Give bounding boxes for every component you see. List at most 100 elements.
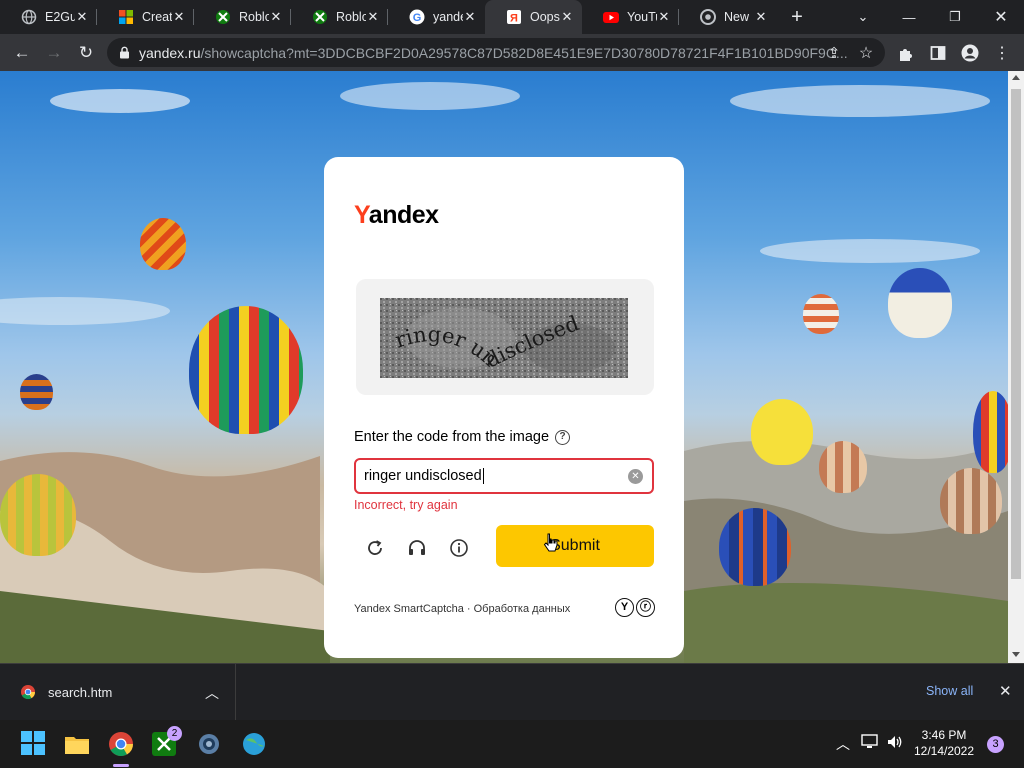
browser-tab-active[interactable]: Я Oops ✕ xyxy=(485,0,582,34)
svg-text:Я: Я xyxy=(510,13,518,25)
network-icon[interactable] xyxy=(861,734,879,755)
chrome-icon xyxy=(700,9,716,25)
hot-air-balloon xyxy=(888,268,952,338)
browser-tab[interactable]: Roblo ✕ xyxy=(194,0,291,34)
refresh-icon[interactable] xyxy=(361,534,389,562)
hot-air-balloon xyxy=(189,306,303,434)
new-tab-button[interactable]: + xyxy=(782,0,812,34)
tab-close-icon[interactable]: ✕ xyxy=(560,9,574,25)
scrollbar-thumb[interactable] xyxy=(1011,89,1021,579)
y-logo-icon: Y xyxy=(615,598,634,617)
scroll-up-icon[interactable] xyxy=(1012,75,1020,80)
svg-text:G: G xyxy=(413,12,422,24)
url-host: yandex.ru xyxy=(139,44,201,61)
captcha-image: ringer undisclosed xyxy=(380,298,628,378)
download-item[interactable]: search.htm ︿ xyxy=(0,664,236,720)
captcha-prompt-text: Enter the code from the image xyxy=(354,429,550,445)
back-icon[interactable]: ← xyxy=(6,37,38,69)
extensions-icon[interactable] xyxy=(890,37,922,69)
xbox-icon xyxy=(312,9,328,25)
yandex-smartcaptcha-logo: Yⓡ xyxy=(613,598,655,617)
maximize-icon[interactable]: ❐ xyxy=(932,0,978,34)
address-bar[interactable]: yandex.ru/showcaptcha?mt=3DDCBCBF2D0A295… xyxy=(107,38,885,67)
bookmark-star-icon[interactable]: ☆ xyxy=(850,37,882,69)
tab-close-icon[interactable]: ✕ xyxy=(269,9,283,25)
browser-tab[interactable]: Gyande✕ xyxy=(388,0,485,34)
profile-avatar-icon[interactable] xyxy=(954,37,986,69)
settings-gear-icon[interactable] xyxy=(195,730,223,758)
tab-close-icon[interactable]: ✕ xyxy=(657,9,671,25)
download-filename: search.htm xyxy=(48,684,113,700)
tab-title: E2Gu xyxy=(45,10,75,24)
browser-tab[interactable]: YouTu✕ xyxy=(582,0,679,34)
google-icon: G xyxy=(409,9,425,25)
close-download-bar-icon[interactable]: ✕ xyxy=(999,682,1012,700)
tab-close-icon[interactable]: ✕ xyxy=(463,9,477,25)
active-app-indicator xyxy=(113,764,129,767)
tab-title: Roblo xyxy=(336,10,366,24)
file-explorer-icon[interactable] xyxy=(63,730,91,758)
windows-start-icon[interactable] xyxy=(20,730,48,758)
help-icon[interactable]: ? xyxy=(555,429,571,445)
chrome-icon xyxy=(20,684,36,700)
clock-time: 3:46 PM xyxy=(921,728,967,742)
tab-close-icon[interactable]: ✕ xyxy=(75,9,89,25)
yandex-logo: Yandex xyxy=(354,201,439,229)
audio-headphones-icon[interactable] xyxy=(403,534,431,562)
hot-air-balloon xyxy=(973,391,1008,473)
notification-badge: 2 xyxy=(167,726,182,741)
tab-title: Oops xyxy=(530,10,560,24)
share-icon[interactable]: ⇪ xyxy=(818,37,850,69)
tab-search-icon[interactable]: ⌄ xyxy=(840,0,886,34)
tab-close-icon[interactable]: ✕ xyxy=(172,9,186,25)
hot-air-balloon xyxy=(751,399,813,465)
maps-globe-icon[interactable] xyxy=(240,730,268,758)
hot-air-balloon xyxy=(0,474,76,556)
page-scrollbar[interactable] xyxy=(1008,71,1024,663)
tab-title: Roblo xyxy=(239,10,269,24)
chevron-up-tray-icon[interactable]: ︿ xyxy=(836,734,850,754)
error-message: Incorrect, try again xyxy=(354,498,458,512)
hot-air-balloon xyxy=(719,508,791,586)
browser-tab[interactable]: E2Gu ✕ xyxy=(0,0,97,34)
download-bar: search.htm ︿ Show all ✕ xyxy=(0,663,1024,720)
show-all-button[interactable]: Show all xyxy=(926,684,973,698)
scroll-down-icon[interactable] xyxy=(1012,652,1020,657)
chrome-taskbar-icon[interactable] xyxy=(107,730,135,758)
clear-input-icon[interactable]: ✕ xyxy=(628,469,643,484)
tab-title: yande xyxy=(433,10,463,24)
captcha-prompt: Enter the code from the image? xyxy=(354,429,571,445)
tab-title: New xyxy=(724,10,750,24)
tab-close-icon[interactable]: ✕ xyxy=(754,9,768,25)
notification-count-badge[interactable]: 3 xyxy=(987,736,1004,753)
swirl-logo-icon: ⓡ xyxy=(636,598,655,617)
info-icon[interactable] xyxy=(445,534,473,562)
browser-tab[interactable]: Creat ✕ xyxy=(97,0,194,34)
reload-icon[interactable]: ↻ xyxy=(70,37,102,69)
submit-button[interactable]: Submit xyxy=(496,525,654,567)
forward-icon[interactable]: → xyxy=(38,37,70,69)
hot-air-balloon xyxy=(819,441,867,493)
windows-taskbar: 2 ︿ 3 xyxy=(0,720,1024,768)
minimize-icon[interactable]: — xyxy=(886,0,932,34)
yandex-icon: Я xyxy=(506,9,522,25)
captcha-input[interactable]: ringer undisclosed ✕ xyxy=(354,458,654,494)
browser-tab[interactable]: Roblo ✕ xyxy=(291,0,388,34)
hot-air-balloon xyxy=(140,218,186,270)
captcha-input-value: ringer undisclosed xyxy=(364,468,482,484)
browser-tab[interactable]: New ✕ xyxy=(679,0,776,34)
chevron-up-icon[interactable]: ︿ xyxy=(205,683,219,703)
menu-dots-icon[interactable]: ⋮ xyxy=(986,37,1018,69)
globe-icon xyxy=(21,9,37,25)
tab-close-icon[interactable]: ✕ xyxy=(366,9,380,25)
volume-icon[interactable] xyxy=(886,734,904,755)
text-cursor xyxy=(482,468,484,484)
footer-text[interactable]: Yandex SmartCaptcha · Обработка данных xyxy=(354,603,570,615)
mouse-pointer-icon xyxy=(543,532,559,559)
side-panel-icon[interactable] xyxy=(922,37,954,69)
hot-air-balloon xyxy=(803,294,839,334)
tab-title: YouTu xyxy=(627,10,657,24)
system-clock[interactable]: 3:46 PM 12/14/2022 xyxy=(912,727,976,759)
captcha-image-container: ringer undisclosed xyxy=(356,279,654,395)
close-window-icon[interactable]: ✕ xyxy=(978,0,1024,34)
